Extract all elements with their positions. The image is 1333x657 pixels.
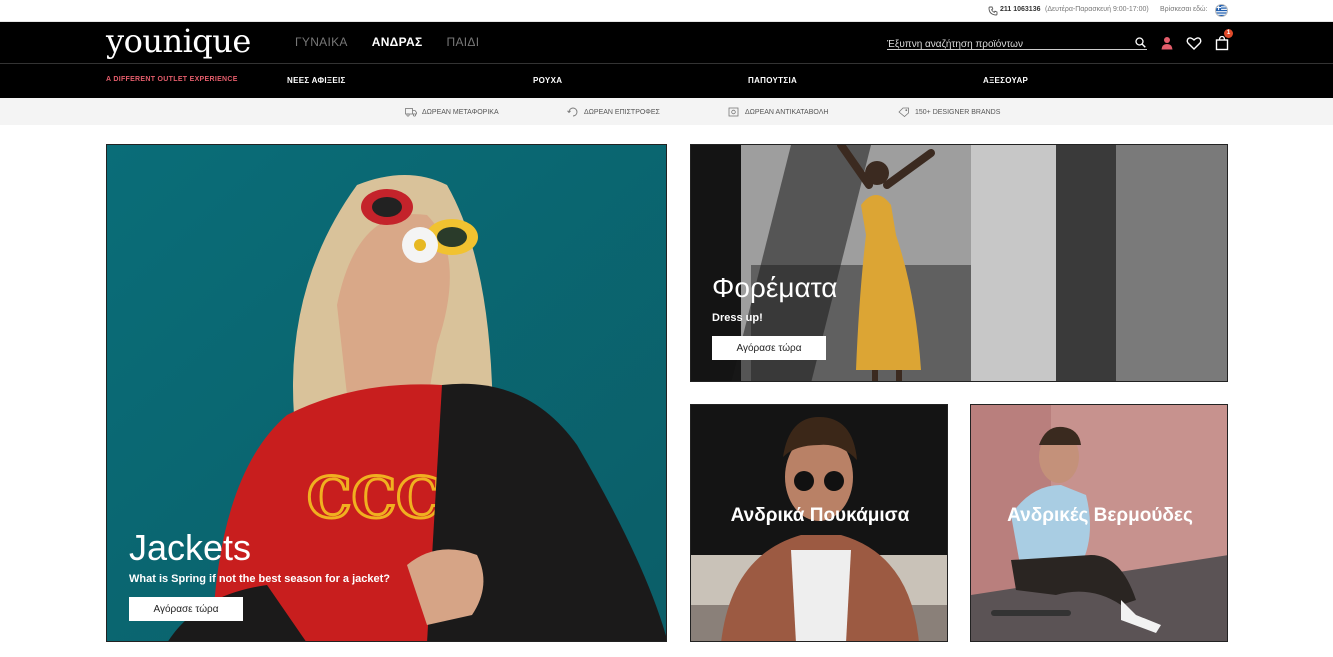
tile-subtitle: Dress up! bbox=[712, 312, 763, 324]
benefit-free-returns: ΔΩΡΕΑΝ ΕΠΙΣΤΡΟΦΕΣ bbox=[567, 107, 660, 117]
category-bar: A DIFFERENT OUTLET EXPERIENCE ΝΕΕΣ ΑΦΙΞΕ… bbox=[0, 63, 1333, 98]
benefit-free-shipping: ΔΩΡΕΑΝ ΜΕΤΑΦΟΡΙΚΑ bbox=[405, 107, 499, 117]
cat-clothing[interactable]: ΡΟΥΧΑ bbox=[533, 76, 562, 85]
tile-title: Ανδρικά Πουκάμισα bbox=[730, 505, 910, 526]
shop-now-button[interactable]: Αγόρασε τώρα bbox=[129, 597, 243, 621]
main-nav: ΓΥΝΑΙΚΑ ΑΝΔΡΑΣ ΠΑΙΔΙ bbox=[295, 35, 479, 49]
benefit-label: 150+ DESIGNER BRANDS bbox=[915, 108, 1001, 116]
phone-icon bbox=[988, 6, 998, 16]
benefit-label: ΔΩΡΕΑΝ ΑΝΤΙΚΑΤΑΒΟΛΗ bbox=[745, 108, 829, 116]
cash-on-delivery-icon bbox=[728, 107, 739, 117]
shop-now-button[interactable]: Αγόρασε τώρα bbox=[712, 336, 826, 360]
location-label: Βρίσκεσαι εδώ: bbox=[1160, 6, 1208, 13]
benefit-label: ΔΩΡΕΑΝ ΜΕΤΑΦΟΡΙΚΑ bbox=[422, 108, 499, 116]
promo-tile-jackets[interactable]: CCCC Jackets What is Spring if not the b… bbox=[106, 144, 667, 642]
tile-subtitle: What is Spring if not the best season fo… bbox=[129, 573, 390, 585]
tile-title: Jackets bbox=[129, 527, 252, 568]
utility-bar: 211 1063136 (Δευτέρα-Παρασκευή 9:00-17:0… bbox=[0, 0, 1333, 22]
user-icon[interactable] bbox=[1159, 35, 1175, 51]
search-icon[interactable] bbox=[1135, 37, 1146, 48]
benefit-free-cod: ΔΩΡΕΑΝ ΑΝΤΙΚΑΤΑΒΟΛΗ bbox=[728, 107, 828, 117]
cat-shoes[interactable]: ΠΑΠΟΥΤΣΙΑ bbox=[748, 76, 797, 85]
benefit-label: ΔΩΡΕΑΝ ΕΠΙΣΤΡΟΦΕΣ bbox=[584, 108, 660, 116]
cart-count-badge: 1 bbox=[1224, 29, 1233, 38]
main-header: younique ΓΥΝΑΙΚΑ ΑΝΔΡΑΣ ΠΑΙΔΙ 1 bbox=[0, 22, 1333, 63]
promo-tile-mens-shirts[interactable]: Ανδρικά Πουκάμισα bbox=[690, 404, 948, 642]
tile-title: Φορέματα bbox=[712, 272, 838, 303]
logo[interactable]: younique bbox=[106, 24, 251, 58]
phone-number[interactable]: 211 1063136 bbox=[1000, 6, 1041, 13]
promo-tile-mens-shorts[interactable]: Ανδρικές Βερμούδες bbox=[970, 404, 1228, 642]
search-box bbox=[887, 34, 1147, 50]
tag-icon bbox=[898, 107, 909, 117]
truck-icon bbox=[405, 108, 417, 117]
benefits-bar: ΔΩΡΕΑΝ ΜΕΤΑΦΟΡΙΚΑ ΔΩΡΕΑΝ ΕΠΙΣΤΡΟΦΕΣ ΔΩΡΕ… bbox=[0, 98, 1333, 125]
promo-tile-dresses[interactable]: Φορέματα Dress up! Αγόρασε τώρα bbox=[690, 144, 1228, 382]
nav-kids[interactable]: ΠΑΙΔΙ bbox=[446, 35, 479, 49]
search-input[interactable] bbox=[887, 39, 1127, 50]
wishlist-heart-icon[interactable] bbox=[1186, 35, 1202, 51]
cat-new-arrivals[interactable]: ΝΕΕΣ ΑΦΙΞΕΙΣ bbox=[287, 76, 346, 85]
nav-women[interactable]: ΓΥΝΑΙΚΑ bbox=[295, 35, 348, 49]
greek-flag-icon[interactable] bbox=[1215, 4, 1228, 17]
opening-hours: (Δευτέρα-Παρασκευή 9:00-17:00) bbox=[1045, 6, 1149, 13]
nav-men[interactable]: ΑΝΔΡΑΣ bbox=[372, 35, 423, 49]
benefit-designer-brands: 150+ DESIGNER BRANDS bbox=[898, 107, 1000, 117]
tagline: A DIFFERENT OUTLET EXPERIENCE bbox=[106, 76, 238, 83]
tile-title: Ανδρικές Βερμούδες bbox=[1007, 505, 1193, 526]
cat-accessories[interactable]: ΑΞΕΣΟΥΑΡ bbox=[983, 76, 1028, 85]
returns-icon bbox=[567, 107, 578, 117]
